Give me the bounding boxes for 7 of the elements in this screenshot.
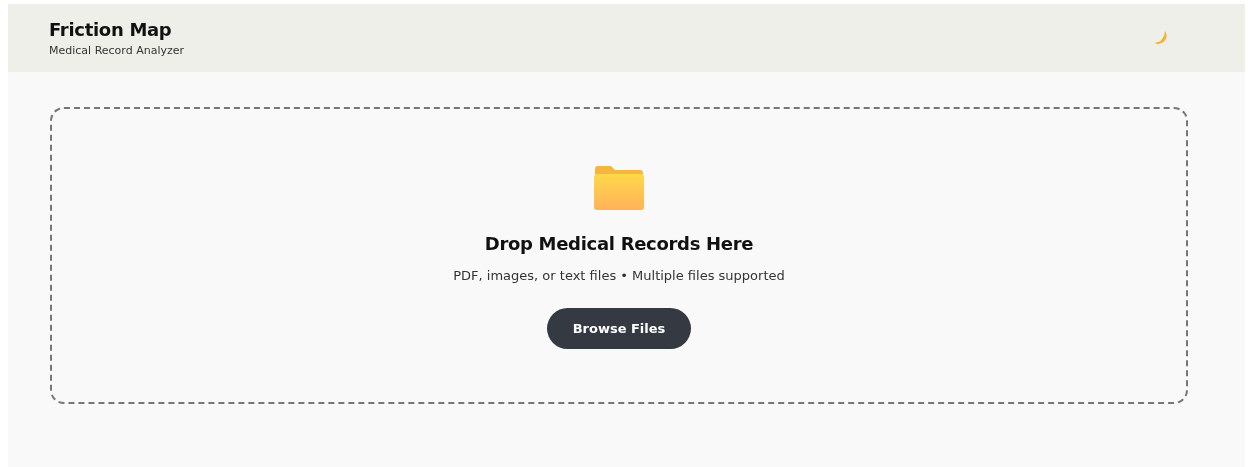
folder-icon (593, 165, 645, 211)
browse-files-button[interactable]: Browse Files (546, 308, 692, 349)
app-title: Friction Map (49, 19, 173, 40)
app-subtitle: Medical Record Analyzer (49, 44, 184, 57)
dropzone-hint: PDF, images, or text files • Multiple files supported (453, 268, 785, 283)
dropzone-title: Drop Medical Records Here (484, 233, 754, 254)
drop-area[interactable]: Drop Medical Records Here PDF, images, or text files • Multiple files supported Browse Files (50, 107, 1188, 404)
